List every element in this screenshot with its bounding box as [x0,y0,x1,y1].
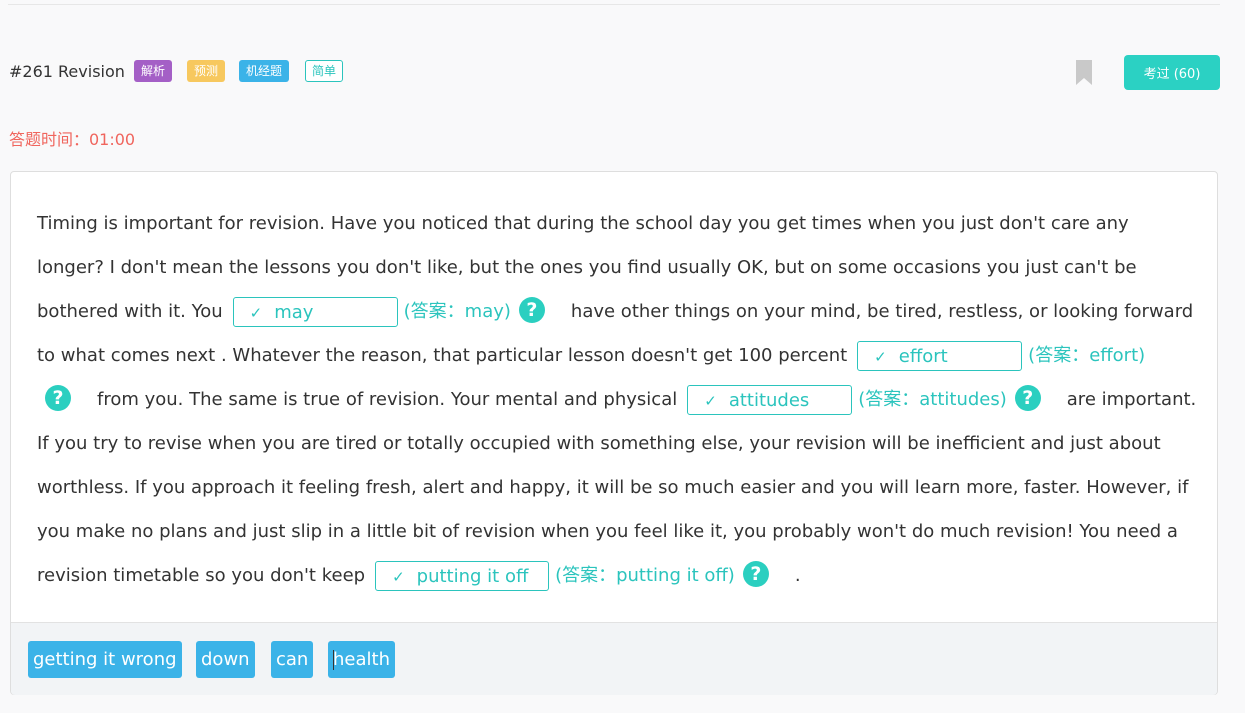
word-bank: getting it wrong down can health [11,622,1217,695]
blank-input-3[interactable]: ✓ attitudes [687,385,853,415]
check-icon: ✓ [874,348,887,366]
answer-hint: (答案：may) [403,301,511,322]
blank-input-1[interactable]: ✓ may [232,297,398,327]
check-icon: ✓ [392,568,405,586]
passage-segment: from you. The same is true of revision. … [97,389,678,410]
blank-value: putting it off [416,566,529,587]
check-icon: ✓ [249,304,263,322]
blank-value: effort [898,346,948,367]
blank-input-2[interactable]: ✓ effort [857,341,1023,371]
help-icon[interactable]: ? [45,385,71,411]
tag-prediction[interactable]: 预测 [187,60,226,82]
exam-count-button[interactable]: 考过 (60) [1124,55,1220,90]
help-icon[interactable]: ? [518,297,545,323]
word-chip-down[interactable]: down [196,641,255,678]
word-chip-can[interactable]: can [271,641,314,678]
help-icon[interactable]: ? [1014,385,1041,411]
word-chip-getting-it-wrong[interactable]: getting it wrong [28,641,182,678]
word-chip-health[interactable]: health [328,641,395,678]
word-chip-label: health [333,649,390,670]
blank-value: attitudes [728,390,810,411]
tag-exam-question[interactable]: 机经题 [239,60,290,82]
text-cursor [333,650,334,670]
passage-segment: . [794,565,801,586]
tag-analysis[interactable]: 解析 [134,60,173,82]
blank-input-4[interactable]: ✓ putting it off [375,561,550,591]
passage-text: Timing is important for revision. Have y… [37,202,1197,598]
passage-segment: are important. If you try to revise when… [37,389,1197,586]
check-icon: ✓ [704,392,717,410]
question-title: #261 Revision [9,62,125,81]
tag-difficulty: 简单 [305,60,344,82]
answer-hint: (答案：effort) [1028,345,1146,366]
answer-hint: (答案：putting it off) [555,565,735,586]
answer-hint: (答案：attitudes) [858,389,1007,410]
question-header: #261 Revision 解析 预测 机经题 简单 考过 (60) [9,55,1220,90]
question-card: Timing is important for revision. Have y… [10,171,1218,695]
help-icon[interactable]: ? [742,561,769,587]
blank-value: may [274,302,314,323]
top-divider [8,4,1220,5]
answer-timer: 答题时间：01:00 [9,130,136,149]
bookmark-icon[interactable] [1075,59,1093,86]
